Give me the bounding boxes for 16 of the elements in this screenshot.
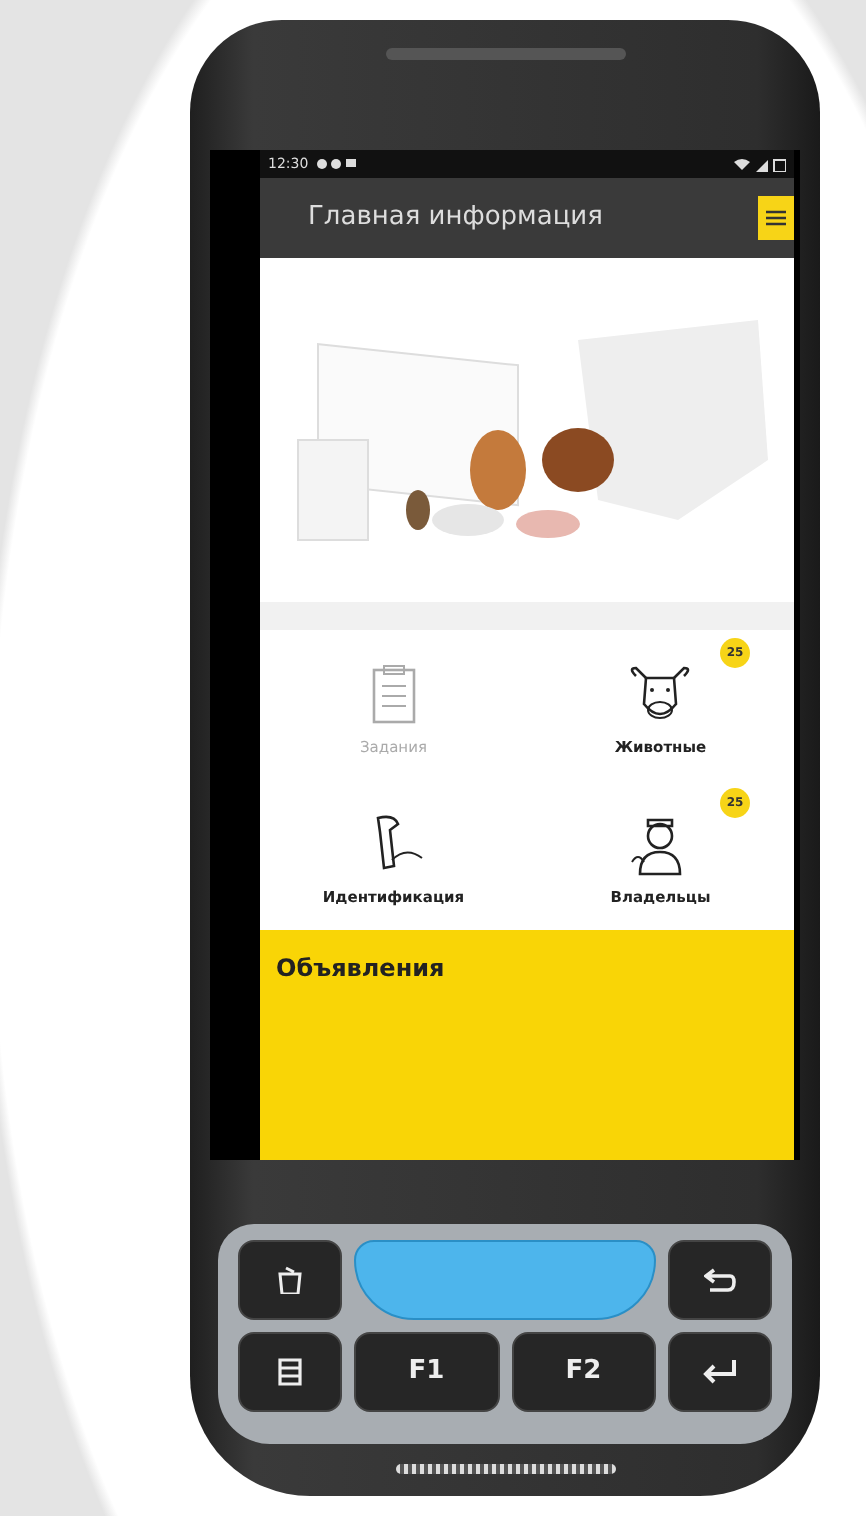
delete-key[interactable] — [238, 1240, 342, 1320]
function-key[interactable]: F2 — [511, 1332, 656, 1412]
menu-button[interactable] — [758, 196, 794, 240]
enter-key[interactable] — [668, 1332, 772, 1412]
notification-icons — [316, 158, 357, 170]
enter-arrow-icon — [702, 1360, 738, 1384]
back-arrow-icon — [704, 1268, 736, 1292]
announcements-title: Объявления — [276, 952, 447, 986]
menu-key[interactable] — [238, 1332, 342, 1412]
signal-battery-icons — [734, 157, 786, 171]
back-key[interactable] — [668, 1240, 772, 1320]
trash-icon — [278, 1266, 302, 1294]
menu-key-icon — [278, 1358, 302, 1386]
app-title: Главная информация — [308, 200, 603, 237]
function-key[interactable]: F1 — [354, 1332, 499, 1412]
menu-icon — [766, 210, 786, 226]
